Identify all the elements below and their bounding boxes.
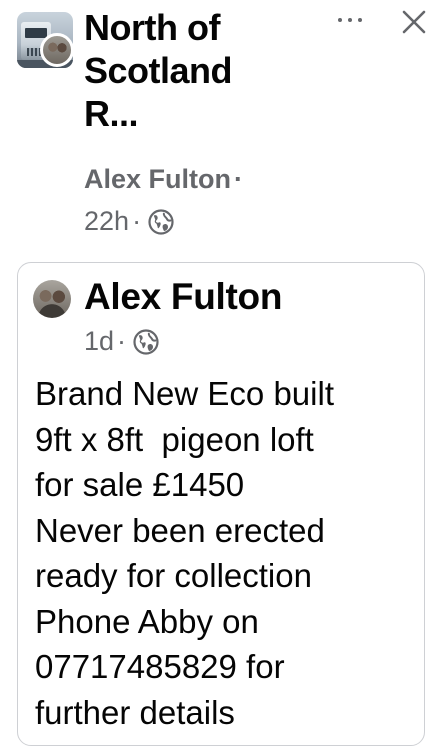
globe-icon[interactable] (148, 208, 174, 235)
author-name[interactable]: Alex Fulton (84, 164, 231, 195)
post-body-line: 07717485829 for (35, 648, 285, 685)
shared-author-avatar[interactable] (33, 280, 71, 318)
close-icon[interactable] (400, 8, 428, 36)
shared-timestamp-line: 1d · (84, 326, 159, 357)
post-body-line: Brand New Eco built (35, 375, 334, 412)
post-time[interactable]: 22h (84, 206, 129, 237)
post-body-line: for sale £1450 (35, 466, 245, 503)
truck-window (25, 28, 47, 38)
post-body-line: 9ft x 8ft pigeon loft (35, 420, 314, 458)
author-avatar[interactable] (40, 33, 74, 67)
separator-dot: · (132, 206, 142, 236)
separator-dot: · (234, 164, 243, 194)
globe-icon[interactable] (133, 328, 159, 355)
post-body-line: Never been erected (35, 511, 325, 549)
author-line: Alex Fulton · (84, 164, 246, 195)
post-body-line: further details (35, 693, 235, 731)
timestamp-line: 22h · (84, 206, 174, 237)
post-body-line: ready for collection (35, 557, 312, 594)
post-body-line: Phone Abby on (35, 602, 259, 640)
more-horizontal-icon[interactable] (336, 14, 364, 28)
group-name[interactable]: North of Scotland R... (84, 6, 324, 135)
shared-post-card[interactable]: Alex Fulton 1d · Brand New Eco built 9ft… (17, 262, 425, 746)
separator-dot: · (117, 326, 127, 356)
post-body-text: Brand New Eco built 9ft x 8ft pigeon lof… (35, 371, 421, 735)
shared-post-time[interactable]: 1d (84, 326, 114, 357)
shared-author-name[interactable]: Alex Fulton (84, 276, 282, 318)
post-header: North of Scotland R... Alex Fulton · 22h… (0, 0, 443, 255)
